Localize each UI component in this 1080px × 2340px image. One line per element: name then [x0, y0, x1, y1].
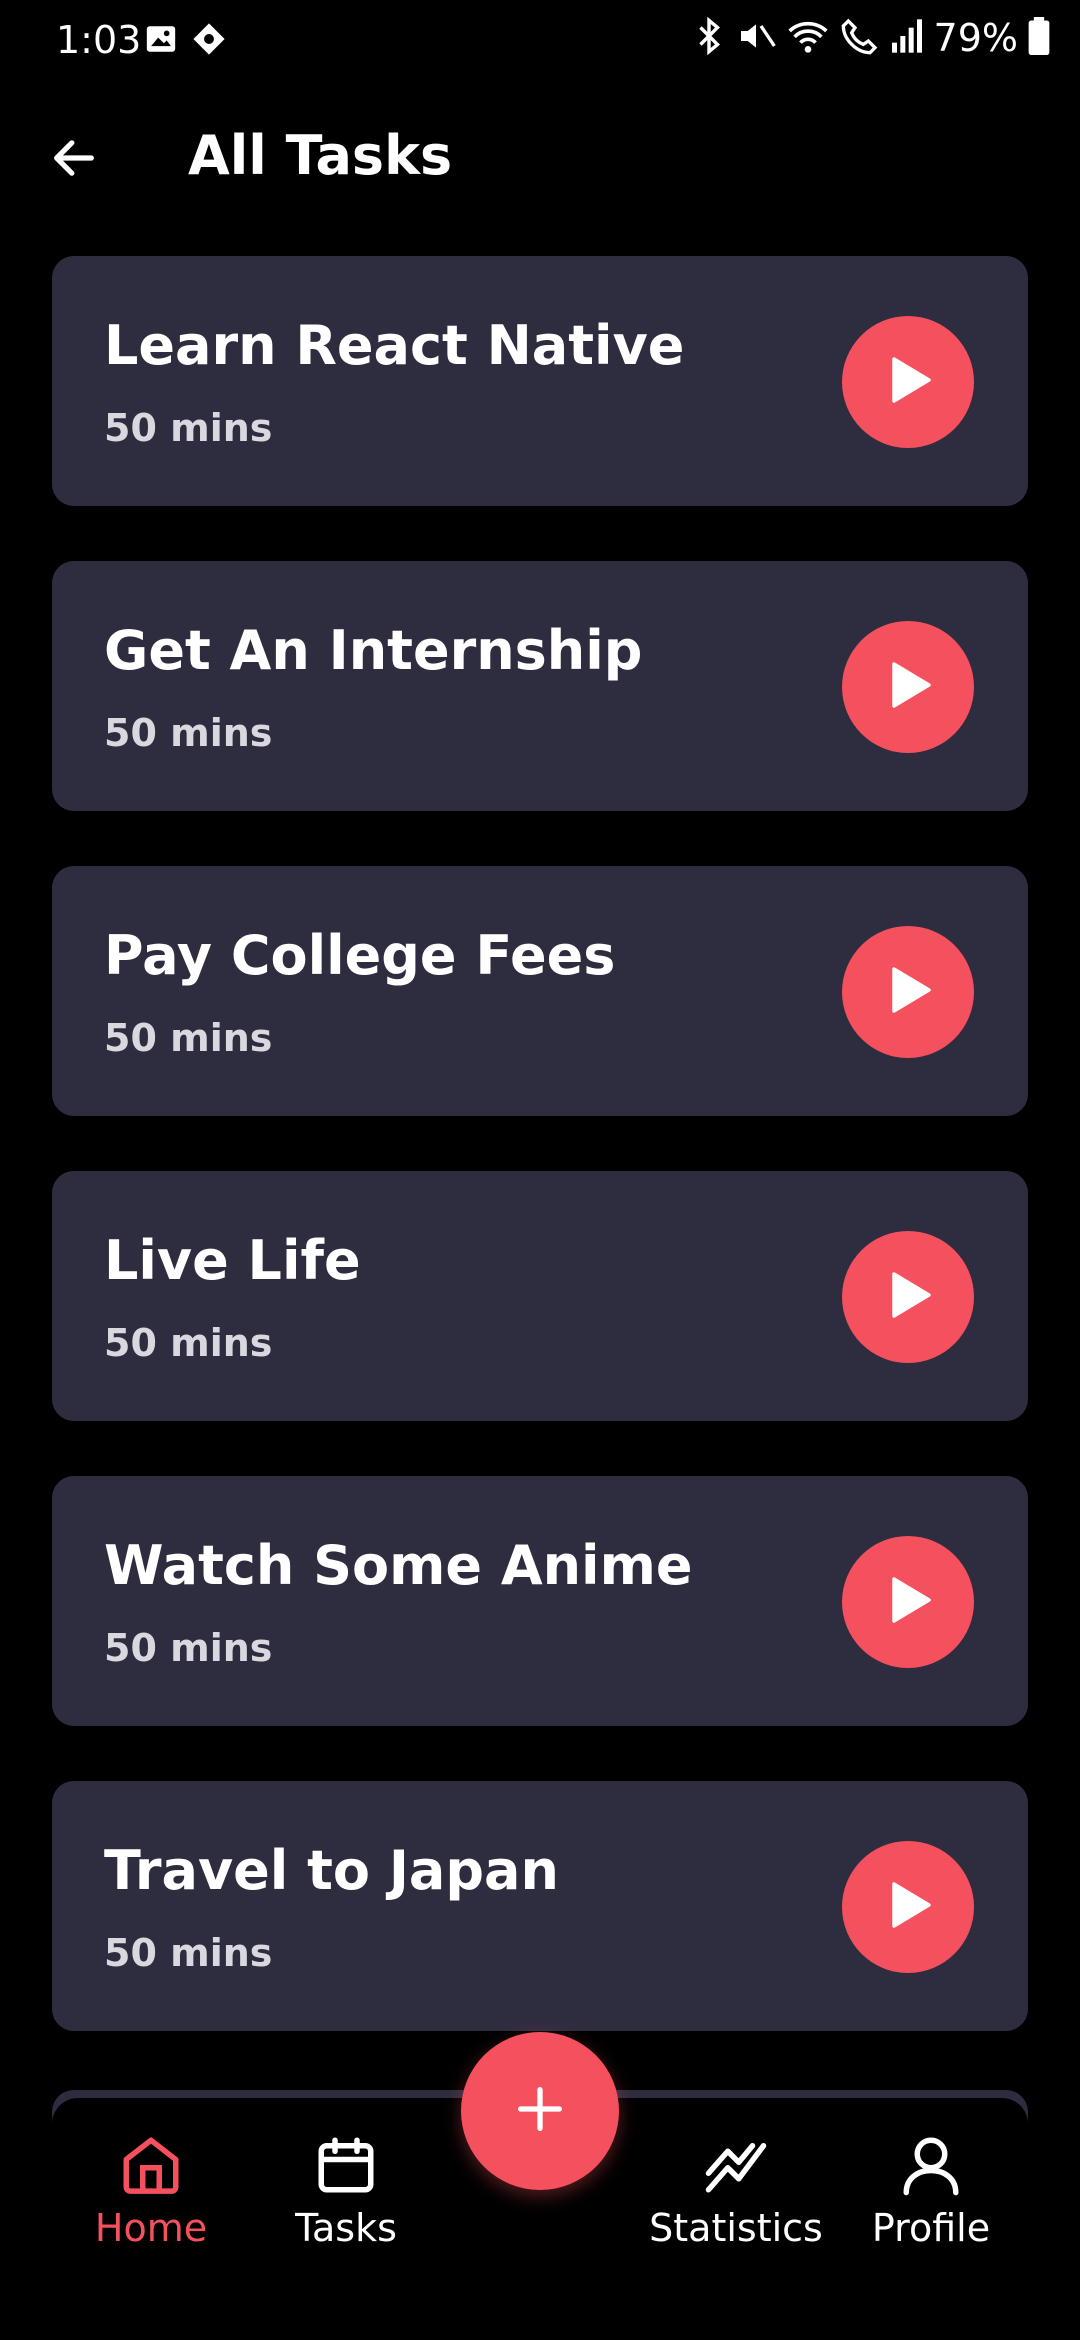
task-card[interactable]: Travel to Japan 50 mins: [52, 1781, 1028, 2031]
nav-item-statistics[interactable]: Statistics: [649, 2132, 823, 2250]
nav-item-profile[interactable]: Profile: [846, 2132, 1016, 2250]
nav-label: Statistics: [649, 2206, 823, 2250]
task-title: Travel to Japan: [104, 1839, 559, 1902]
task-title: Get An Internship: [104, 619, 643, 682]
nav-item-tasks[interactable]: Tasks: [261, 2132, 431, 2250]
task-duration: 50 mins: [104, 1016, 273, 1060]
image-icon: [144, 22, 178, 60]
play-button[interactable]: [842, 316, 974, 448]
chart-line-icon: [703, 2132, 769, 2202]
task-duration: 50 mins: [104, 1931, 273, 1975]
play-icon: [880, 1877, 936, 1937]
play-button[interactable]: [842, 1536, 974, 1668]
task-card[interactable]: Learn React Native 50 mins: [52, 256, 1028, 506]
battery-icon: [1028, 17, 1050, 59]
status-time: 1:03: [56, 18, 142, 62]
task-duration: 50 mins: [104, 1626, 273, 1670]
arrow-left-icon: [48, 132, 100, 188]
back-button[interactable]: [40, 126, 108, 194]
task-title: Pay College Fees: [104, 924, 616, 987]
user-icon: [898, 2132, 964, 2202]
play-button[interactable]: [842, 1231, 974, 1363]
home-icon: [118, 2132, 184, 2202]
task-title: Learn React Native: [104, 314, 685, 377]
plus-icon: [511, 2080, 569, 2142]
mute-icon: [736, 16, 776, 60]
nav-label: Home: [94, 2206, 208, 2250]
play-icon: [880, 962, 936, 1022]
task-duration: 50 mins: [104, 1321, 273, 1365]
battery-percentage: 79%: [933, 16, 1018, 60]
signal-icon: [890, 16, 924, 60]
task-title: Watch Some Anime: [104, 1534, 693, 1597]
play-icon: [880, 352, 936, 412]
play-button[interactable]: [842, 1841, 974, 1973]
play-button[interactable]: [842, 926, 974, 1058]
task-card[interactable]: Live Life 50 mins: [52, 1171, 1028, 1421]
nav-label: Tasks: [295, 2206, 397, 2250]
task-duration: 50 mins: [104, 711, 273, 755]
task-card[interactable]: Pay College Fees 50 mins: [52, 866, 1028, 1116]
nav-label: Profile: [871, 2206, 991, 2250]
play-icon: [880, 1572, 936, 1632]
wifi-icon: [786, 16, 830, 60]
task-duration: 50 mins: [104, 406, 273, 450]
status-bar: 1:03 79%: [0, 0, 1080, 82]
task-card[interactable]: Get An Internship 50 mins: [52, 561, 1028, 811]
play-icon: [880, 1267, 936, 1327]
call-icon: [840, 16, 880, 60]
nav-item-home[interactable]: Home: [66, 2132, 236, 2250]
task-title: Live Life: [104, 1229, 361, 1292]
calendar-icon: [313, 2132, 379, 2202]
bluetooth-icon: [692, 16, 726, 60]
header: All Tasks: [0, 110, 1080, 210]
navigation-icon: [192, 22, 226, 60]
play-button[interactable]: [842, 621, 974, 753]
page-title: All Tasks: [188, 124, 453, 187]
task-card[interactable]: Watch Some Anime 50 mins: [52, 1476, 1028, 1726]
play-icon: [880, 657, 936, 717]
task-list: Learn React Native 50 mins Get An Intern…: [52, 256, 1028, 2086]
add-task-button[interactable]: [461, 2032, 619, 2190]
